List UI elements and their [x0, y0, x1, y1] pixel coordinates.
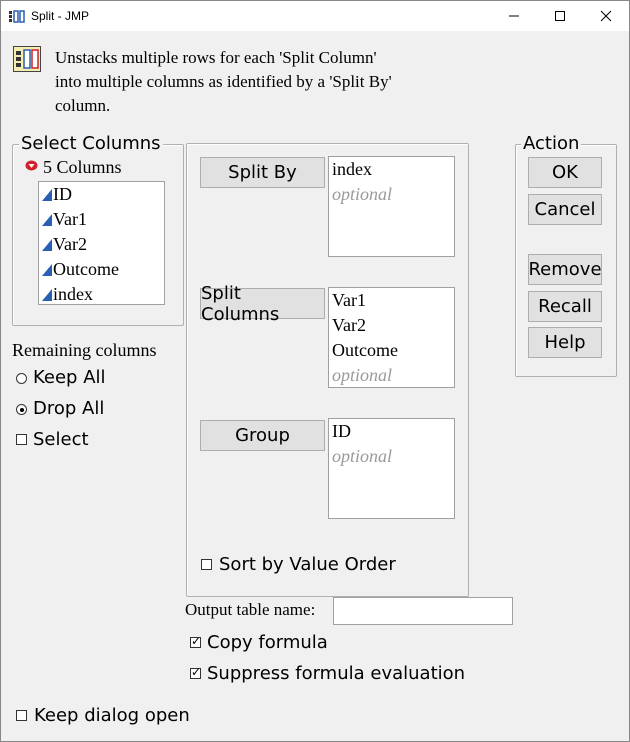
- cancel-button[interactable]: Cancel: [528, 194, 602, 225]
- remaining-columns-heading: Remaining columns: [12, 340, 157, 360]
- list-item[interactable]: index: [329, 157, 454, 182]
- continuous-column-icon: [42, 283, 52, 301]
- ok-button[interactable]: OK: [528, 157, 602, 188]
- optional-placeholder: optional: [332, 184, 393, 204]
- split-by-button[interactable]: Split By: [200, 157, 325, 188]
- disclosure-triangle-icon[interactable]: [25, 156, 38, 175]
- sort-by-value-label: Sort by Value Order: [219, 554, 396, 575]
- list-item-label: index: [53, 284, 93, 304]
- copy-formula-label: Copy formula: [207, 632, 328, 653]
- output-table-name-input[interactable]: [333, 597, 513, 625]
- continuous-column-icon: [42, 258, 52, 276]
- list-item[interactable]: Var2: [329, 313, 454, 338]
- continuous-column-icon: [42, 183, 52, 201]
- list-item-label: Var1: [53, 209, 87, 229]
- select-label: Select: [33, 429, 89, 450]
- description-line: column.: [55, 96, 111, 115]
- output-table-label: Output table name:: [185, 600, 316, 619]
- list-item[interactable]: Var1: [329, 288, 454, 313]
- continuous-column-icon: [42, 208, 52, 226]
- list-item[interactable]: Var1: [39, 207, 164, 232]
- list-item-label: Outcome: [53, 259, 119, 279]
- drop-all-radio[interactable]: [16, 404, 27, 415]
- list-item[interactable]: ID: [39, 182, 164, 207]
- column-count-label: 5 Columns: [43, 157, 122, 177]
- list-item[interactable]: index: [39, 282, 164, 307]
- split-by-list[interactable]: index optional: [328, 156, 455, 257]
- split-columns-button[interactable]: Split Columns: [200, 283, 325, 325]
- keep-dialog-open-checkbox[interactable]: [16, 710, 27, 721]
- group-list[interactable]: ID optional: [328, 418, 455, 519]
- keep-dialog-open-label: Keep dialog open: [34, 705, 190, 726]
- keep-all-radio[interactable]: [16, 373, 27, 384]
- close-button[interactable]: [583, 1, 629, 31]
- continuous-column-icon: [42, 233, 52, 251]
- column-list[interactable]: ID Var1 Var2 Outcome index: [38, 181, 165, 305]
- list-item[interactable]: ID: [329, 419, 454, 444]
- suppress-evaluation-label: Suppress formula evaluation: [207, 663, 466, 684]
- description-line: Unstacks multiple rows for each 'Split C…: [55, 48, 377, 67]
- list-item-label: ID: [53, 184, 72, 204]
- description-line: into multiple columns as identified by a…: [55, 72, 392, 91]
- action-legend: Action: [521, 133, 582, 154]
- select-checkbox[interactable]: [16, 434, 27, 445]
- recall-button[interactable]: Recall: [528, 291, 602, 322]
- maximize-icon: [555, 11, 565, 21]
- minimize-button[interactable]: [491, 1, 537, 31]
- close-icon: [600, 10, 612, 22]
- select-columns-legend: Select Columns: [19, 133, 163, 154]
- remove-button[interactable]: Remove: [528, 254, 602, 285]
- window-title: Split - JMP: [31, 9, 90, 23]
- split-platform-icon: [13, 46, 41, 76]
- suppress-evaluation-checkbox[interactable]: [190, 665, 201, 679]
- list-item-label: Var2: [53, 234, 87, 254]
- sort-by-value-checkbox[interactable]: [201, 559, 212, 570]
- list-item[interactable]: Outcome: [39, 257, 164, 282]
- copy-formula-checkbox[interactable]: [190, 634, 201, 648]
- list-item[interactable]: Var2: [39, 232, 164, 257]
- optional-placeholder: optional: [332, 365, 393, 385]
- minimize-icon: [509, 15, 519, 17]
- maximize-button[interactable]: [537, 1, 583, 31]
- keep-all-label: Keep All: [33, 367, 106, 388]
- dialog-window: Split - JMP Unstacks multiple rows for e…: [0, 0, 630, 742]
- jmp-app-icon: [9, 9, 25, 28]
- group-button[interactable]: Group: [200, 420, 325, 451]
- help-button[interactable]: Help: [528, 327, 602, 358]
- drop-all-label: Drop All: [33, 398, 105, 419]
- description-text: Unstacks multiple rows for each 'Split C…: [55, 46, 392, 118]
- split-columns-list[interactable]: Var1 Var2 Outcome optional: [328, 287, 455, 388]
- optional-placeholder: optional: [332, 446, 393, 466]
- title-bar: Split - JMP: [1, 1, 629, 31]
- list-item[interactable]: Outcome: [329, 338, 454, 363]
